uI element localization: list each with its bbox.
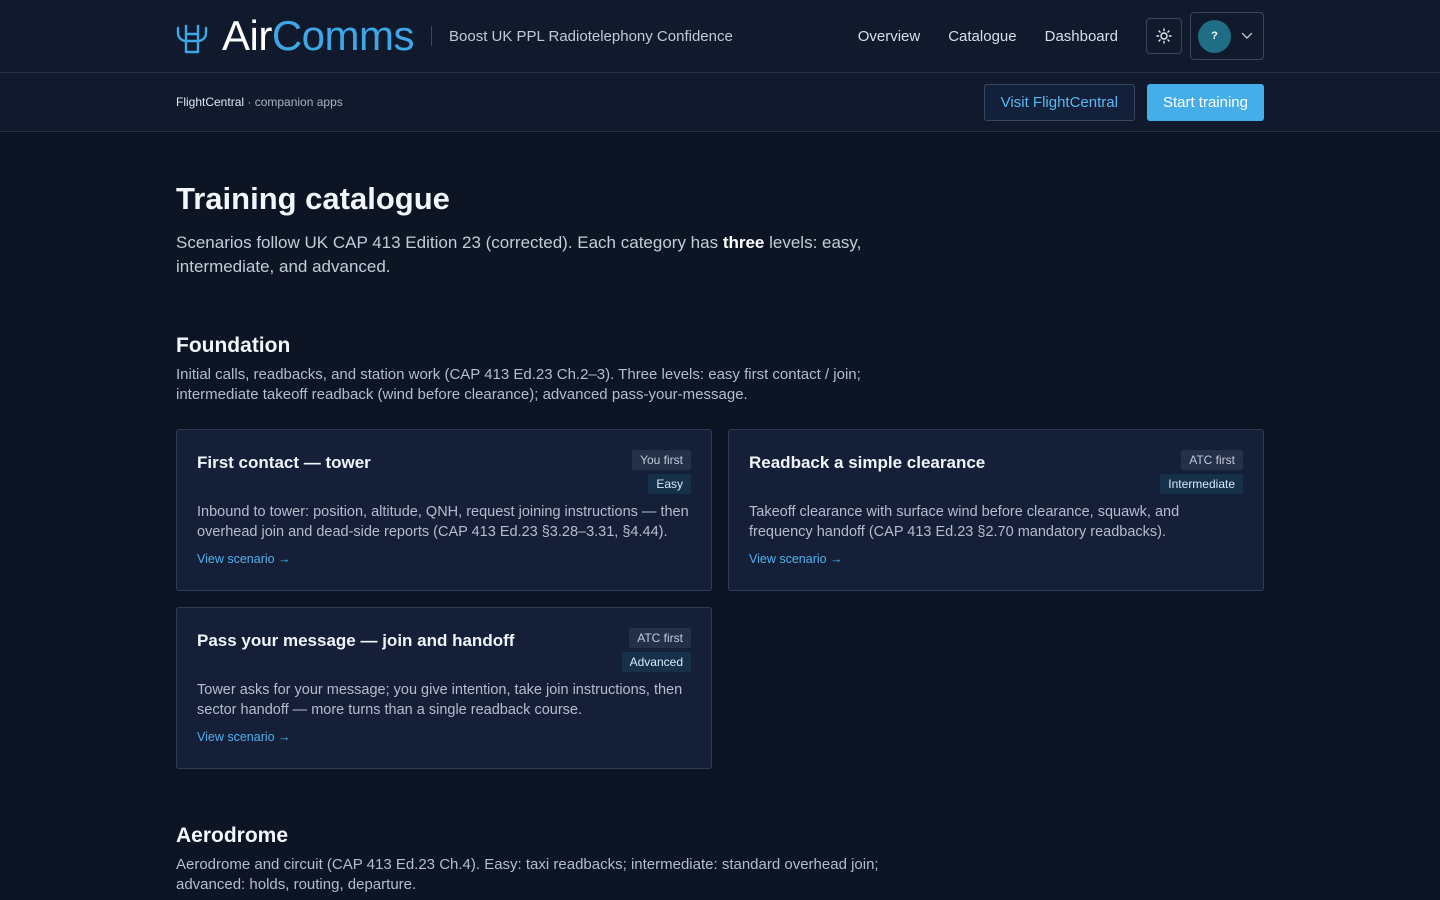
chevron-down-icon xyxy=(1241,32,1253,39)
visit-flightcentral-button[interactable]: Visit FlightCentral xyxy=(983,83,1135,121)
level-badge: Advanced xyxy=(621,652,691,672)
level-badge: Easy xyxy=(648,474,691,494)
sun-icon xyxy=(1156,28,1172,44)
scenario-card-pass-your-message[interactable]: Pass your message — join and handoff ATC… xyxy=(176,607,712,769)
scenario-badges: ATC first Intermediate xyxy=(1160,450,1243,494)
section-description: Initial calls, readbacks, and station wo… xyxy=(176,366,861,403)
brand-name-comms: Comms xyxy=(271,12,415,59)
nav-overview[interactable]: Overview xyxy=(858,28,921,45)
main-content: Training catalogue Scenarios follow UK C… xyxy=(176,132,1264,895)
initiator-badge: You first xyxy=(632,450,691,470)
brand-name-air: Air xyxy=(222,12,272,59)
page-title: Training catalogue xyxy=(176,181,450,216)
level-badge: Intermediate xyxy=(1160,474,1243,494)
avatar: ? xyxy=(1198,19,1231,53)
intro-text-bold: three xyxy=(722,233,765,252)
initiator-badge: ATC first xyxy=(1181,450,1243,470)
view-scenario-link[interactable]: View scenario → xyxy=(197,730,291,744)
scenario-description: Tower asks for your message; you give in… xyxy=(197,682,683,718)
initiator-badge: ATC first xyxy=(629,628,691,648)
brand-tagline: Boost UK PPL Radiotelephony Confidence xyxy=(449,27,733,45)
radio-tower-icon xyxy=(176,24,208,54)
page-intro: Scenarios follow UK CAP 413 Edition 23 (… xyxy=(176,231,876,279)
nav-catalogue[interactable]: Catalogue xyxy=(948,28,1016,45)
brand-name: AirComms xyxy=(222,12,415,59)
intro-text-start: Scenarios follow UK CAP 413 Edition 23 (… xyxy=(176,233,723,252)
section-title: Aerodrome xyxy=(176,824,289,847)
brand-divider xyxy=(431,26,433,46)
scenario-card-readback-clearance[interactable]: Readback a simple clearance ATC first In… xyxy=(728,429,1264,591)
section-description: Aerodrome and circuit (CAP 413 Ed.23 Ch.… xyxy=(176,856,879,893)
scenario-title: Pass your message — join and handoff xyxy=(197,631,515,650)
brand[interactable]: AirComms xyxy=(176,12,415,59)
section-title: Foundation xyxy=(176,334,291,357)
theme-toggle-button[interactable] xyxy=(1146,18,1182,54)
section-aerodrome: Aerodrome Aerodrome and circuit (CAP 413… xyxy=(176,823,1264,895)
companion-suffix: · companion apps xyxy=(244,95,343,109)
scenario-card-first-contact[interactable]: First contact — tower You first Easy Inb… xyxy=(176,429,712,591)
section-foundation: Foundation Initial calls, readbacks, and… xyxy=(176,333,1264,769)
scenario-description: Takeoff clearance with surface wind befo… xyxy=(749,504,1180,540)
user-menu-button[interactable]: ? xyxy=(1190,12,1264,60)
scenario-badges: ATC first Advanced xyxy=(621,628,691,672)
companion-bar: FlightCentral · companion apps Visit Fli… xyxy=(0,73,1440,132)
top-navigation-bar: AirComms Boost UK PPL Radiotelephony Con… xyxy=(0,0,1440,73)
companion-apps-label: FlightCentral · companion apps xyxy=(176,95,343,109)
scenario-grid: First contact — tower You first Easy Inb… xyxy=(176,429,1264,769)
view-scenario-link[interactable]: View scenario → xyxy=(749,552,843,566)
start-training-button[interactable]: Start training xyxy=(1146,83,1264,121)
scenario-title: First contact — tower xyxy=(197,453,371,472)
scenario-description: Inbound to tower: position, altitude, QN… xyxy=(197,504,689,540)
main-nav: Overview Catalogue Dashboard xyxy=(858,28,1118,45)
view-scenario-link[interactable]: View scenario → xyxy=(197,552,291,566)
companion-actions: Visit FlightCentral Start training xyxy=(983,83,1264,121)
nav-dashboard[interactable]: Dashboard xyxy=(1045,28,1118,45)
scenario-badges: You first Easy xyxy=(632,450,691,494)
companion-brand: FlightCentral xyxy=(176,95,245,109)
